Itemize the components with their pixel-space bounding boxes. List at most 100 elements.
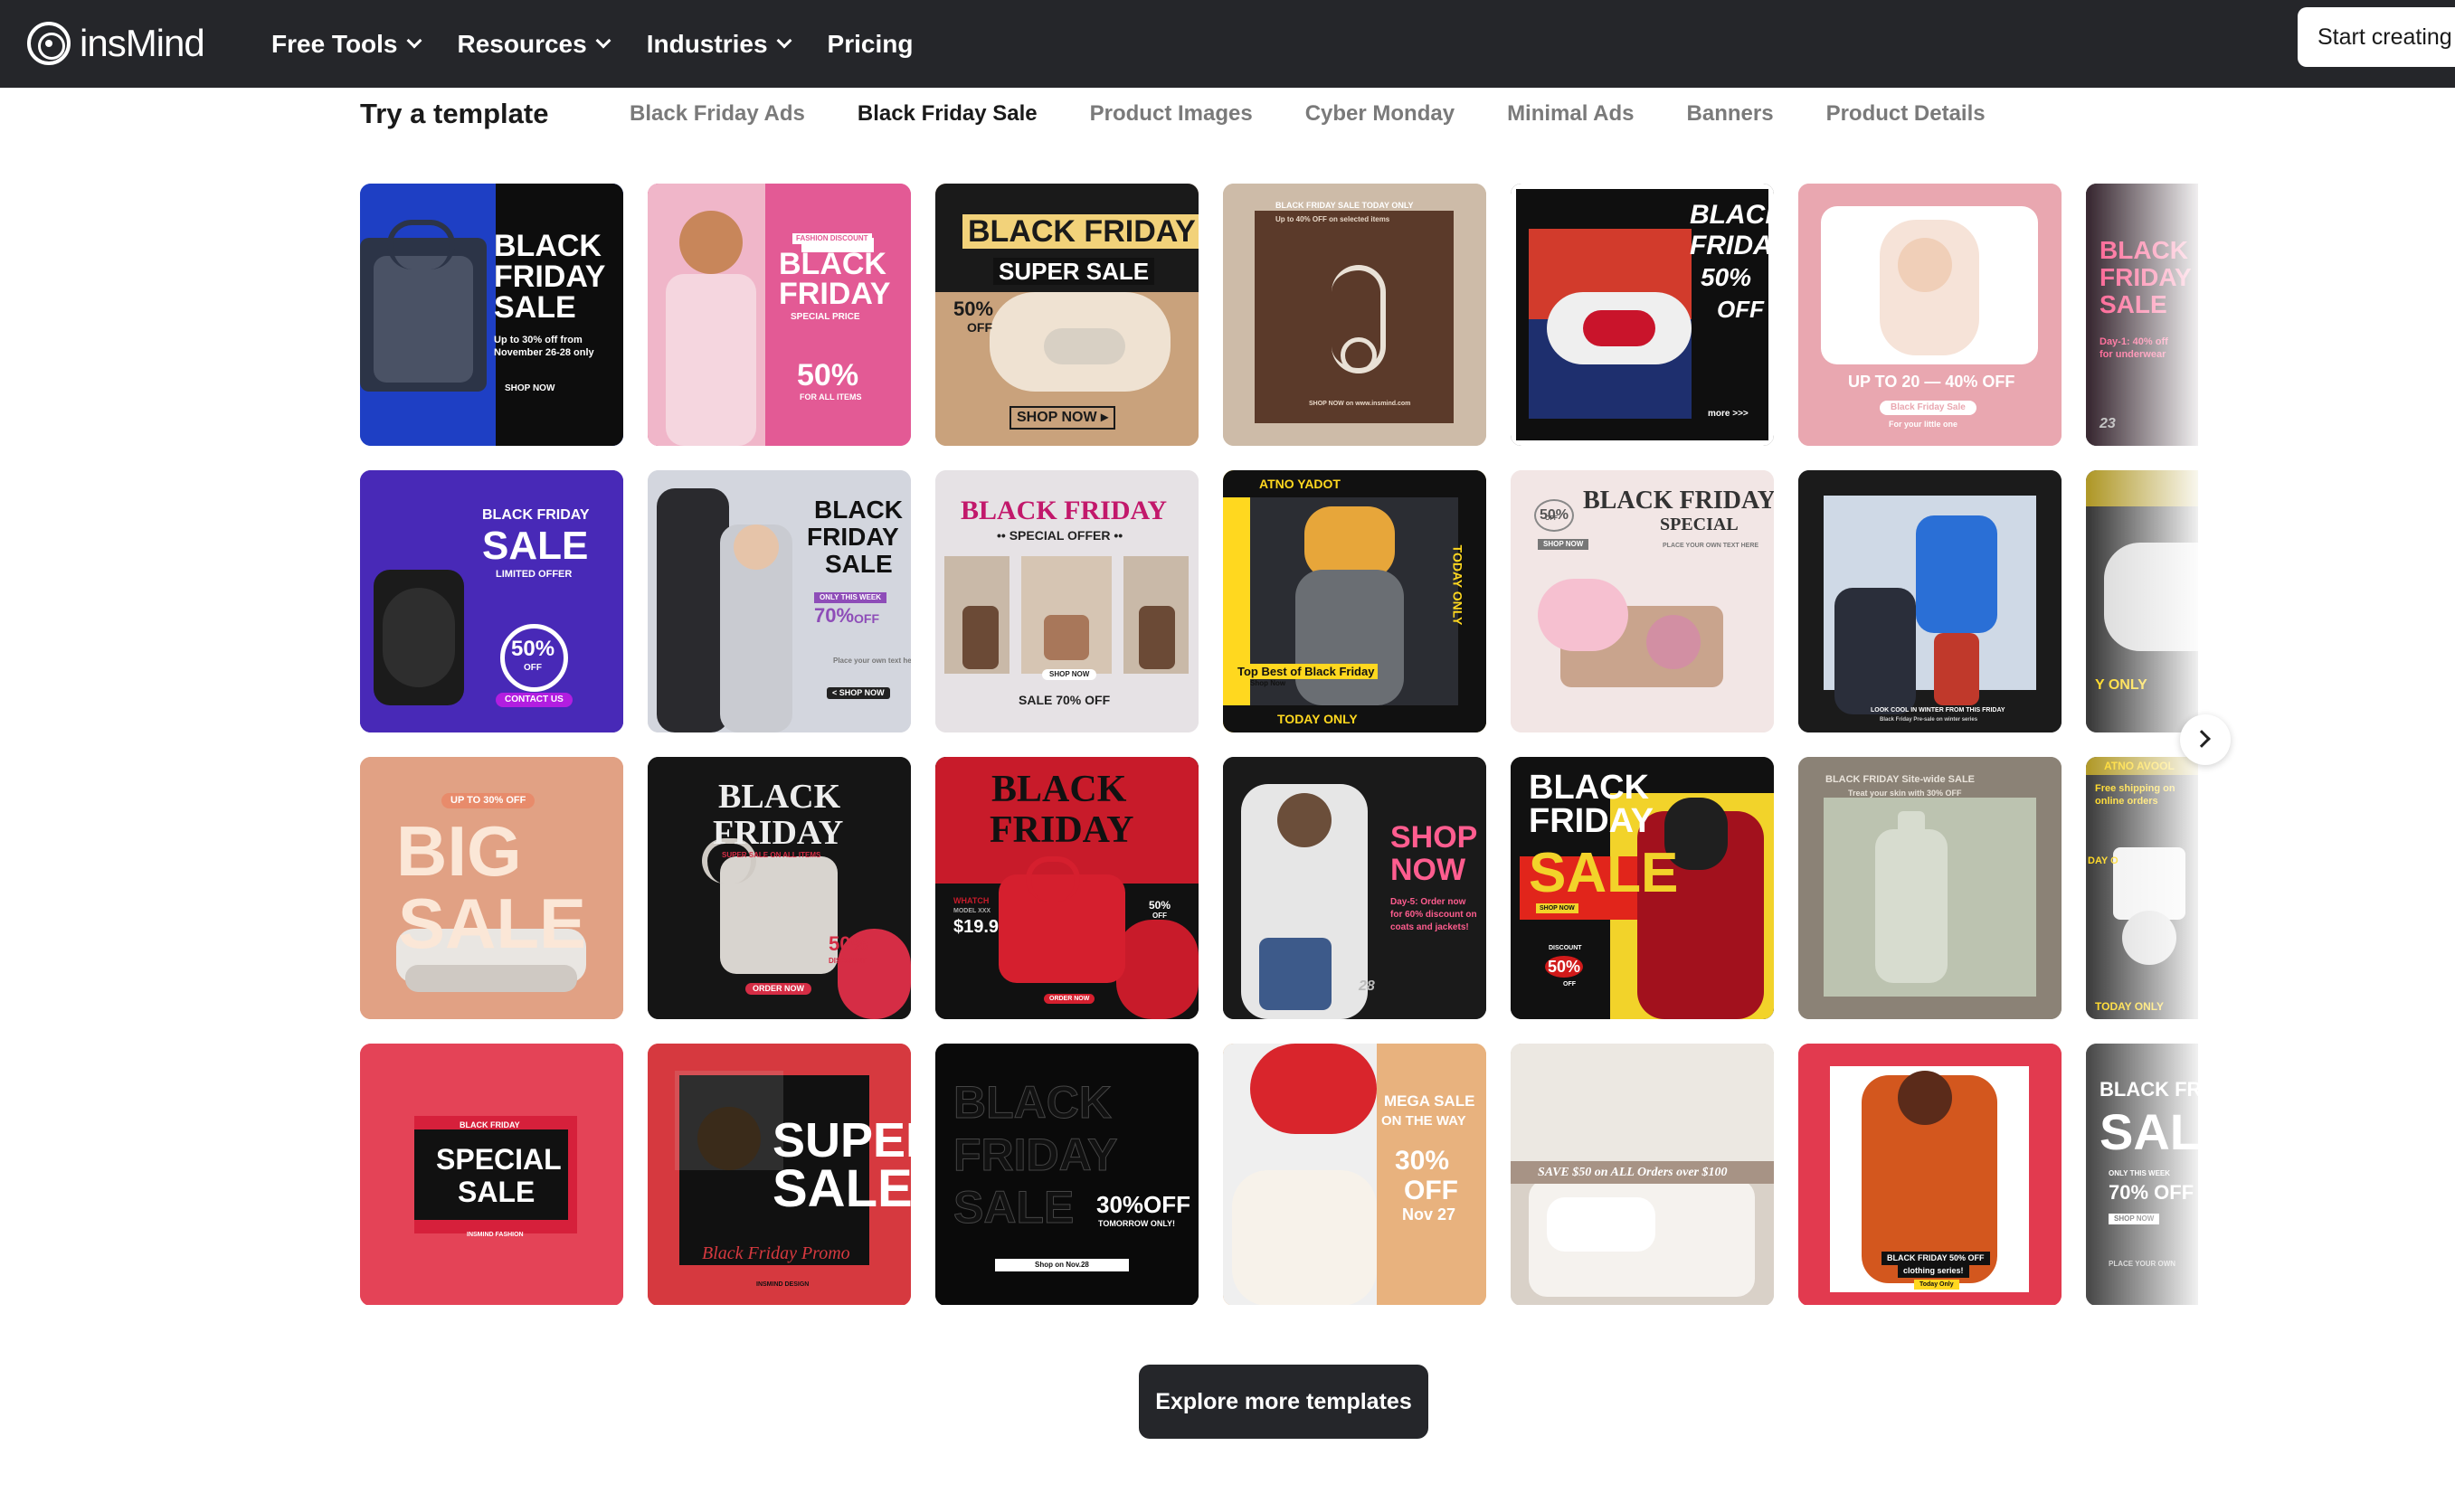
template-card-text: LIMITED OFFER xyxy=(496,569,573,580)
template-card-text: DISCOUNT xyxy=(829,957,867,965)
template-card[interactable]: BLACK FRIDAY WHATCH MODEL XXX $19.9 50% OFF ORD… xyxy=(935,757,1199,1019)
template-card-text: 50% xyxy=(797,358,859,392)
template-card-text: SHOP xyxy=(1390,820,1478,855)
template-card[interactable]: BLACKFRIDAY 50% OFF more >>> xyxy=(1511,184,1774,446)
template-card-text: more >>> xyxy=(1708,409,1749,419)
tab-black-friday-ads[interactable]: Black Friday Ads xyxy=(630,101,805,127)
template-card[interactable]: SAVE $50 on ALL Orders over $100 xyxy=(1511,1044,1774,1305)
template-card-text: ON THE WAY xyxy=(1381,1113,1466,1129)
template-card[interactable]: Y ONLY xyxy=(2086,470,2198,732)
template-artwork-shape xyxy=(962,606,999,669)
template-card-text: Shop on Nov.28 xyxy=(995,1259,1129,1271)
template-artwork-shape xyxy=(1295,570,1404,705)
template-card[interactable]: MEGA SALE ON THE WAY 30% OFF Nov 27 xyxy=(1223,1044,1486,1305)
carousel-next-button[interactable] xyxy=(2180,714,2231,765)
tab-cyber-monday[interactable]: Cyber Monday xyxy=(1305,101,1455,127)
template-card-text: $19.9 xyxy=(953,917,1000,937)
template-card-text: coats and jackets! xyxy=(1390,922,1469,932)
template-card-text: Today Only xyxy=(1914,1280,1959,1290)
template-artwork-shape xyxy=(1259,938,1332,1010)
template-card-text: SUPER xyxy=(773,1113,911,1167)
template-card[interactable]: BLACK FRIDAY Site-wide SALE Treat your sk… xyxy=(1798,757,2062,1019)
tab-minimal-ads[interactable]: Minimal Ads xyxy=(1507,101,1634,127)
template-card[interactable]: FASHION DISCOUNT BLACK FRIDAY SPECIAL PRICE… xyxy=(648,184,911,446)
template-card-text: SPECIAL PRICE xyxy=(791,312,860,322)
template-card-text: 30%OFF xyxy=(1096,1191,1191,1218)
template-artwork-shape xyxy=(1538,579,1628,651)
start-creating-button[interactable]: Start creating xyxy=(2298,7,2455,67)
nav-industries[interactable]: Industries xyxy=(646,29,792,59)
tab-black-friday-sale[interactable]: Black Friday Sale xyxy=(858,101,1038,127)
template-card-text: BLACK FRIDAY xyxy=(1583,487,1774,515)
template-card-text: BLACK xyxy=(814,496,903,524)
template-card-text: Free shipping on xyxy=(2095,783,2175,794)
template-card[interactable]: BLACK FRIDAY SALE LIMITED OFFER 50% OFF CONTA… xyxy=(360,470,623,732)
template-card[interactable]: BLACK FRIDAY SALE Day-1: 40% off for underwe… xyxy=(2086,184,2198,446)
template-card-text: SPECIAL xyxy=(436,1143,562,1176)
template-card-text: WHATCH xyxy=(953,896,990,905)
template-card-text: BLACK FRIDAY xyxy=(482,507,590,523)
template-card-text: FRIDAY xyxy=(779,277,891,311)
template-card[interactable]: UP TO 20 — 40% OFF Black Friday Sale For y… xyxy=(1798,184,2062,446)
template-card-text: 50% xyxy=(953,298,994,320)
tab-product-images[interactable]: Product Images xyxy=(1090,101,1253,127)
template-card[interactable]: ATNO YADOT TODAY ONLY Top Best of Black Fr… xyxy=(1223,470,1486,732)
template-card-text: FRIDAY xyxy=(1529,802,1654,840)
template-artwork-shape xyxy=(1898,811,1925,838)
template-card-text: SALE xyxy=(2100,290,2167,318)
nav-free-tools[interactable]: Free Tools xyxy=(271,30,422,59)
template-artwork-shape xyxy=(2086,470,2198,506)
template-card[interactable]: UP TO 30% OFF BIG SALE xyxy=(360,757,623,1019)
template-card-text: LOOK COOL IN WINTER FROM THIS FRIDAY xyxy=(1871,707,2005,713)
template-card-text: CONTACT US xyxy=(496,693,573,707)
template-card-text: ONLY THIS WEEK xyxy=(2109,1169,2171,1177)
template-card[interactable]: BLACK FRIDAY •• SPECIAL OFFER •• SHOP NOW S… xyxy=(935,470,1199,732)
template-card-text: SALE xyxy=(398,884,587,963)
template-card-text: NOW xyxy=(1390,853,1466,887)
template-card-text: 70% OFF xyxy=(2109,1181,2194,1204)
template-artwork-shape xyxy=(2113,847,2185,920)
template-card-text: BLACK xyxy=(1690,200,1774,230)
nav-pricing[interactable]: Pricing xyxy=(828,30,914,59)
template-card[interactable]: BLACK FRIDAY 50% OFF clothing series! Toda… xyxy=(1798,1044,2062,1305)
template-card-text: SALE xyxy=(773,1159,911,1218)
template-card-text: PLACE YOUR OWN TEXT HERE xyxy=(1663,543,1759,549)
template-card[interactable]: 50% OFF BLACK FRIDAY SPECIAL SHOP NOW PLACE Y… xyxy=(1511,470,1774,732)
template-card-text: FRIDAY xyxy=(494,260,606,294)
template-artwork-shape xyxy=(1834,588,1916,714)
template-card-text: FRIDAY xyxy=(990,809,1134,851)
template-card[interactable]: BLACK FRIDAY SALE Up to 30% off from Novembe… xyxy=(360,184,623,446)
tab-product-details[interactable]: Product Details xyxy=(1826,101,1986,127)
template-card-text: Top Best of Black Friday xyxy=(1234,664,1379,679)
template-card-text: For your little one xyxy=(1889,420,1958,429)
template-card-text: •• SPECIAL OFFER •• xyxy=(997,528,1123,543)
top-navbar: insMind Free Tools Resources Industries … xyxy=(0,0,2455,88)
explore-more-templates-button[interactable]: Explore more templates xyxy=(1139,1365,1428,1439)
template-card-text: UP TO 30% OFF xyxy=(441,793,536,808)
template-artwork-shape xyxy=(383,588,455,687)
tab-banners[interactable]: Banners xyxy=(1687,101,1774,127)
template-card[interactable]: LOOK COOL IN WINTER FROM THIS FRIDAY Blac… xyxy=(1798,470,2062,732)
template-card[interactable]: BLACK FRIDAY SALE TODAY ONLY Up to 40% OF… xyxy=(1223,184,1486,446)
template-card[interactable]: BLACK FRIDAY SALE SHOP NOW DISCOUNT 50% OFF xyxy=(1511,757,1774,1019)
nav-industries-label: Industries xyxy=(646,29,768,58)
template-card-text: < SHOP NOW xyxy=(827,687,890,699)
template-card[interactable]: BLACK FRIDAY SUPER SALE ON ALL ITEMS 50% DIS… xyxy=(648,757,911,1019)
template-card[interactable]: BLACK FRIDAY SALE ONLY THIS WEEK 70% OFF Place… xyxy=(648,470,911,732)
template-artwork-shape xyxy=(1898,238,1952,292)
template-card-text: 50% xyxy=(829,932,869,955)
insmind-logo[interactable]: insMind xyxy=(27,16,205,71)
template-artwork-shape xyxy=(1304,506,1395,579)
nav-resources[interactable]: Resources xyxy=(458,30,611,59)
template-artwork-shape xyxy=(1646,615,1701,669)
template-card-text: clothing series! xyxy=(1898,1264,1969,1278)
template-card[interactable]: SHOP NOW Day-5: Order now for 60% discount … xyxy=(1223,757,1486,1019)
template-card[interactable]: SUPERSALE Black Friday Promo INSMIND DESIG… xyxy=(648,1044,911,1305)
template-card[interactable]: ATNO AVOOL Free shipping on online orders D… xyxy=(2086,757,2198,1019)
template-artwork-shape xyxy=(734,524,779,570)
template-card[interactable]: BLACK FRIDAY SUPER SALE 50% OFF SHOP NOW ▸ xyxy=(935,184,1199,446)
template-card-text: ATNO AVOOL xyxy=(2104,760,2175,772)
template-card[interactable]: BLACK FRIDAY SPECIAL SALE INSMIND FASHION xyxy=(360,1044,623,1305)
template-card[interactable]: BLACK FR SAL ONLY THIS WEEK 70% OFF SHOP NOW… xyxy=(2086,1044,2198,1305)
template-card[interactable]: BLACK FRIDAY SALE 30%OFF TOMORROW ONLY! Shop … xyxy=(935,1044,1199,1305)
